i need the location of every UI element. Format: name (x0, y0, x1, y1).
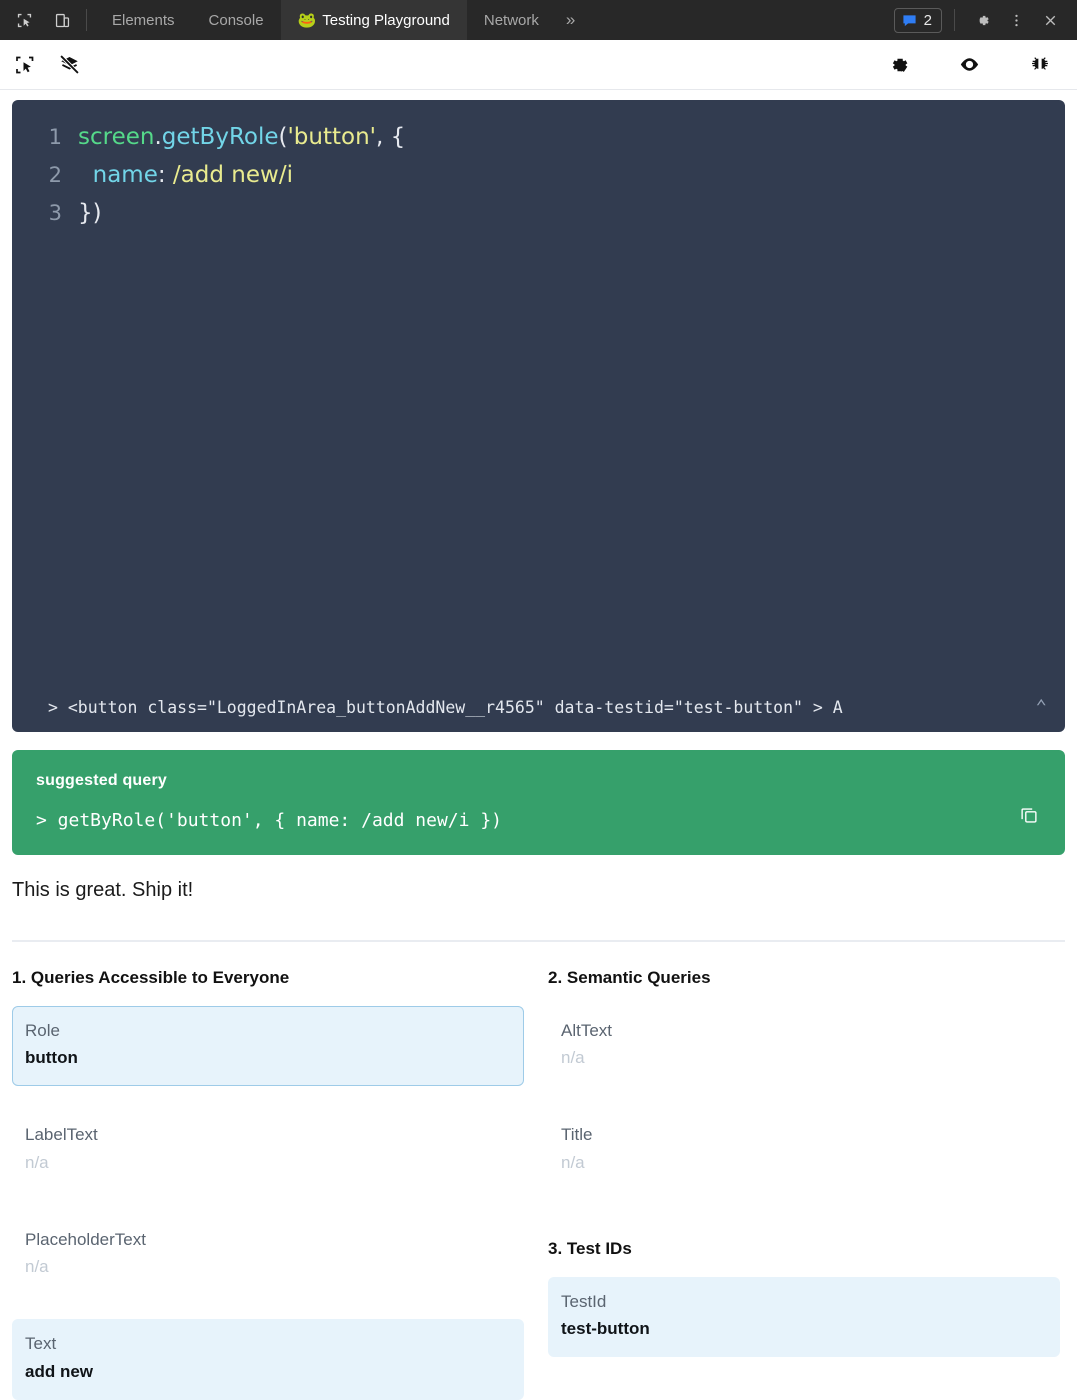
code-token: screen (78, 124, 155, 150)
code-token: . (154, 124, 162, 150)
tab-elements[interactable]: Elements (95, 0, 192, 40)
code-line-content: screen.getByRole('button', { (78, 118, 405, 156)
chevron-up-icon[interactable]: ⌃ (1032, 696, 1047, 718)
toolbar-divider (86, 9, 87, 31)
frog-icon: 🐸 (297, 11, 317, 29)
more-tabs-chevron-icon[interactable]: » (556, 0, 585, 40)
query-field-value: n/a (25, 1152, 49, 1172)
code-token: 'button' (287, 124, 376, 150)
inspect-element-icon[interactable] (10, 6, 38, 34)
query-field-value: n/a (561, 1152, 585, 1172)
suggested-query-title: suggested query (36, 772, 168, 789)
devtools-left-icon-group (0, 0, 82, 40)
code-token: /add new/i (172, 162, 293, 188)
query-field-label: Role (25, 1021, 60, 1040)
queries-columns: 1. Queries Accessible to Everyone Role b… (12, 968, 1065, 1400)
column-semantic-queries: 2. Semantic Queries AltText n/a Title n/… (548, 968, 1060, 1400)
code-line: 2 name: /add new/i (12, 156, 1065, 194)
code-line: 3 }) (12, 194, 1065, 232)
query-field-role[interactable]: Role button (12, 1006, 524, 1087)
query-field-value: add new (25, 1361, 94, 1381)
code-token: : (157, 162, 173, 188)
column-queries-accessible: 1. Queries Accessible to Everyone Role b… (12, 968, 524, 1400)
editor-console-line: > <button class="LoggedInArea_buttonAddN… (12, 696, 1065, 718)
query-field-label: PlaceholderText (25, 1229, 146, 1249)
pick-element-icon[interactable] (14, 54, 36, 76)
devtools-top-bar: Elements Console 🐸 Testing Playground Ne… (0, 0, 1077, 40)
message-icon (902, 13, 917, 28)
query-field-title[interactable]: Title n/a (548, 1110, 1060, 1190)
tab-console-label: Console (208, 11, 264, 29)
playground-toolbar (0, 40, 1077, 90)
suggested-query-panel: suggested query > getByRole('button', { … (12, 750, 1065, 855)
code-token: }) (78, 200, 102, 226)
query-field-alttext[interactable]: AltText n/a (548, 1006, 1060, 1086)
code-line-content: name: /add new/i (78, 156, 293, 194)
bug-icon[interactable] (1029, 54, 1051, 76)
line-number: 1 (48, 125, 62, 149)
code-line-content: }) (78, 194, 102, 232)
line-number: 3 (48, 201, 62, 225)
kebab-menu-icon[interactable] (1001, 5, 1031, 35)
tab-testing-playground-label: Testing Playground (322, 11, 450, 29)
settings-gear-icon[interactable] (888, 54, 910, 76)
code-token: , { (376, 124, 406, 150)
query-field-label: Title (561, 1125, 593, 1145)
query-field-value: test-button (561, 1319, 650, 1339)
tab-testing-playground[interactable]: 🐸 Testing Playground (280, 0, 467, 40)
query-field-value: n/a (25, 1257, 49, 1277)
tab-network-label: Network (483, 11, 539, 29)
copy-icon[interactable] (1015, 801, 1043, 829)
issues-badge[interactable]: 2 (893, 7, 942, 33)
suggested-query-code[interactable]: > getByRole('button', { name: /add new/i… (36, 810, 1043, 831)
code-line: 1 screen.getByRole('button', { (12, 118, 1065, 156)
column-title: 1. Queries Accessible to Everyone (12, 968, 290, 987)
right-controls-divider (954, 9, 955, 31)
layers-off-icon[interactable] (58, 53, 81, 76)
device-toolbar-icon[interactable] (48, 6, 76, 34)
query-field-testid[interactable]: TestId test-button (548, 1276, 1060, 1358)
query-field-label: LabelText (25, 1125, 98, 1145)
column-title-test-ids: 3. Test IDs (548, 1238, 632, 1258)
query-field-label: AltText (561, 1021, 613, 1040)
code-lines[interactable]: 1 screen.getByRole('button', { 2 name: /… (12, 100, 1065, 232)
query-field-value: n/a (561, 1048, 585, 1068)
tab-elements-label: Elements (112, 11, 175, 29)
code-editor[interactable]: 1 screen.getByRole('button', { 2 name: /… (12, 100, 1065, 732)
devtools-tab-strip: Elements Console 🐸 Testing Playground Ne… (95, 0, 894, 40)
code-token: getByRole (161, 124, 279, 150)
section-divider (12, 940, 1065, 942)
query-field-labeltext[interactable]: LabelText n/a (12, 1110, 524, 1190)
query-field-placeholdertext[interactable]: PlaceholderText n/a (12, 1215, 524, 1295)
close-icon[interactable] (1035, 5, 1065, 35)
query-field-label: TestId (561, 1291, 607, 1311)
settings-gear-icon[interactable] (967, 5, 997, 35)
tab-network[interactable]: Network (467, 0, 556, 40)
issues-count: 2 (923, 11, 932, 29)
eye-icon[interactable] (958, 53, 981, 76)
code-token: name (92, 162, 158, 188)
line-number: 2 (48, 163, 62, 187)
editor-container: 1 screen.getByRole('button', { 2 name: /… (0, 90, 1077, 732)
console-output-text: > <button class="LoggedInArea_buttonAddN… (48, 697, 843, 717)
devtools-right-controls: 2 (893, 0, 1077, 40)
query-field-text[interactable]: Text add new (12, 1319, 524, 1400)
column-title: 2. Semantic Queries (548, 968, 711, 987)
playground-toolbar-left (14, 53, 81, 76)
query-field-label: Text (25, 1334, 57, 1354)
query-field-value: button (25, 1048, 78, 1068)
playground-toolbar-right (888, 53, 1063, 76)
verdict-text: This is great. Ship it! (12, 879, 194, 901)
tab-console[interactable]: Console (192, 0, 281, 40)
